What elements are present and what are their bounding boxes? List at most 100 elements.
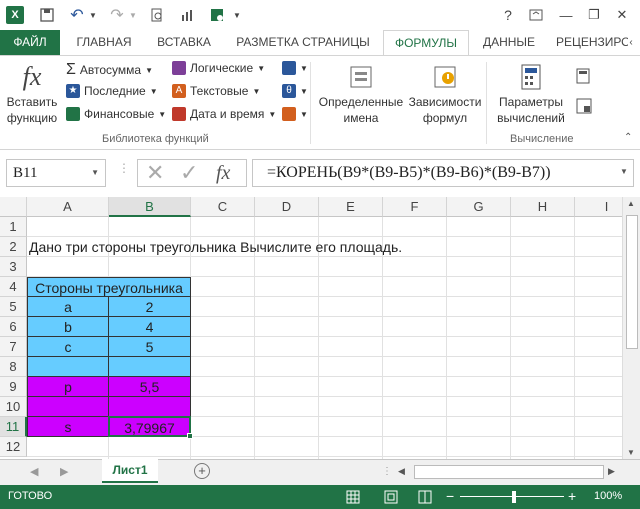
column-header[interactable]: F <box>383 197 447 217</box>
cell-b8[interactable] <box>108 357 191 377</box>
undo-dropdown-icon[interactable]: ▼ <box>88 6 98 24</box>
close-button[interactable]: ✕ <box>612 6 632 24</box>
scroll-down-icon[interactable]: ▼ <box>627 448 635 457</box>
cell-a2[interactable]: Дано три стороны треугольника Вычислите … <box>27 237 527 257</box>
ribbon-display-icon[interactable] <box>526 6 546 24</box>
save-icon[interactable] <box>38 6 56 24</box>
cell-a4[interactable]: Стороны треугольника <box>27 277 191 297</box>
chart-icon[interactable] <box>178 6 196 24</box>
select-all-corner[interactable] <box>0 197 27 217</box>
row-header[interactable]: 11 <box>0 417 27 437</box>
undo-icon[interactable]: ↶ <box>68 6 86 24</box>
dependencies-button[interactable]: Зависимости формул <box>406 60 484 126</box>
tab-data[interactable]: ДАННЫЕ <box>474 30 544 55</box>
expand-formula-bar-icon[interactable]: ▼ <box>620 167 628 176</box>
normal-view-icon[interactable] <box>346 490 360 507</box>
vertical-scrollbar[interactable]: ▲ ▼ <box>622 197 640 459</box>
tab-page-layout[interactable]: РАЗМЕТКА СТРАНИЦЫ <box>228 30 378 55</box>
collapse-ribbon-icon[interactable]: ⌃ <box>624 132 632 143</box>
more-functions-button[interactable]: ▼ <box>282 107 308 121</box>
cancel-icon[interactable]: ✕ <box>146 160 164 186</box>
page-layout-view-icon[interactable] <box>384 490 398 507</box>
sheet-tab-active[interactable]: Лист1 <box>102 459 158 483</box>
insert-fx-icon[interactable]: fx <box>216 160 230 186</box>
scroll-up-icon[interactable]: ▲ <box>627 199 635 208</box>
enter-icon[interactable]: ✓ <box>180 160 198 186</box>
name-box[interactable]: B11 ▼ <box>6 159 106 187</box>
add-sheet-icon[interactable]: + <box>194 463 210 479</box>
cell-b6[interactable]: 4 <box>108 317 191 337</box>
fill-handle[interactable] <box>187 433 193 439</box>
cell-a9[interactable]: p <box>27 377 109 397</box>
hscroll-left-icon[interactable]: ◀ <box>398 466 405 477</box>
row-header[interactable]: 3 <box>0 257 27 277</box>
row-header[interactable]: 2 <box>0 237 27 257</box>
cell-a6[interactable]: b <box>27 317 109 337</box>
column-header[interactable]: H <box>511 197 575 217</box>
cell-a5[interactable]: a <box>27 297 109 317</box>
tab-formulas[interactable]: ФОРМУЛЫ <box>383 30 469 55</box>
column-header[interactable]: E <box>319 197 383 217</box>
autosum-button[interactable]: Σ Автосумма ▼ <box>66 61 153 79</box>
row-header[interactable]: 1 <box>0 217 27 237</box>
datetime-button[interactable]: Дата и время ▼ <box>172 107 276 121</box>
page-break-view-icon[interactable] <box>418 490 432 507</box>
tab-review[interactable]: РЕЦЕНЗИРО <box>556 30 628 55</box>
redo-dropdown-icon[interactable]: ▼ <box>128 6 138 24</box>
cell-a8[interactable] <box>27 357 109 377</box>
lookup-button[interactable]: ▼ <box>282 61 308 75</box>
cell-b9[interactable]: 5,5 <box>108 377 191 397</box>
column-header[interactable]: G <box>447 197 511 217</box>
column-header[interactable]: C <box>191 197 255 217</box>
formula-bar-grip-icon[interactable]: ⋮ <box>118 162 130 174</box>
insert-function-button[interactable]: fx Вставить функцию <box>4 60 60 126</box>
row-header[interactable]: 12 <box>0 437 27 457</box>
column-header[interactable]: B <box>109 197 191 217</box>
cell-b7[interactable]: 5 <box>108 337 191 357</box>
cell-b10[interactable] <box>108 397 191 417</box>
column-header[interactable]: D <box>255 197 319 217</box>
customize-qat-icon[interactable]: ▼ <box>232 6 242 24</box>
calculate-now-icon[interactable] <box>576 68 590 84</box>
calc-options-button[interactable]: Параметры вычислений <box>488 60 574 126</box>
cell-a7[interactable]: c <box>27 337 109 357</box>
calculate-sheet-icon[interactable] <box>576 98 592 114</box>
logical-button[interactable]: Логические ▼ <box>172 61 265 75</box>
formula-input[interactable]: =КОРЕНЬ(B9*(B9-B5)*(B9-B6)*(B9-B7)) <box>252 159 634 187</box>
tab-insert[interactable]: ВСТАВКА <box>148 30 220 55</box>
row-header[interactable]: 4 <box>0 277 27 297</box>
text-button[interactable]: A Текстовые ▼ <box>172 84 260 98</box>
column-header[interactable]: I <box>575 197 622 217</box>
tab-file[interactable]: ФАЙЛ <box>0 30 60 55</box>
tabs-scroll-right-icon[interactable]: ‹ <box>624 30 638 55</box>
restore-button[interactable]: ❐ <box>584 6 604 24</box>
recent-button[interactable]: ★ Последние ▼ <box>66 84 158 98</box>
row-header[interactable]: 10 <box>0 397 27 417</box>
zoom-level[interactable]: 100% <box>594 490 622 502</box>
cell-a10[interactable] <box>27 397 109 417</box>
row-header[interactable]: 5 <box>0 297 27 317</box>
tab-home[interactable]: ГЛАВНАЯ <box>66 30 142 55</box>
sheet-prev-icon[interactable]: ◀ <box>30 465 38 478</box>
financial-button[interactable]: Финансовые ▼ <box>66 107 166 121</box>
column-header[interactable]: A <box>27 197 109 217</box>
row-header[interactable]: 8 <box>0 357 27 377</box>
hscroll-right-icon[interactable]: ▶ <box>608 466 615 477</box>
cell-b5[interactable]: 2 <box>108 297 191 317</box>
sheet-next-icon[interactable]: ▶ <box>60 465 68 478</box>
spreadsheet-settings-icon[interactable] <box>208 6 226 24</box>
zoom-in-icon[interactable]: + <box>568 488 576 504</box>
row-header[interactable]: 9 <box>0 377 27 397</box>
math-button[interactable]: θ ▼ <box>282 84 308 98</box>
help-button[interactable]: ? <box>498 6 518 24</box>
cell-a11[interactable]: s <box>27 417 109 437</box>
print-preview-icon[interactable] <box>148 6 166 24</box>
zoom-out-icon[interactable]: − <box>446 488 454 504</box>
cell-b11[interactable]: 3,79967 <box>108 416 191 437</box>
scroll-thumb[interactable] <box>626 215 638 349</box>
row-header[interactable]: 6 <box>0 317 27 337</box>
sheet-splitter-icon[interactable]: ⋮ <box>382 466 392 477</box>
defined-names-button[interactable]: Определенные имена <box>316 60 406 126</box>
zoom-slider-thumb[interactable] <box>512 491 516 503</box>
row-header[interactable]: 7 <box>0 337 27 357</box>
